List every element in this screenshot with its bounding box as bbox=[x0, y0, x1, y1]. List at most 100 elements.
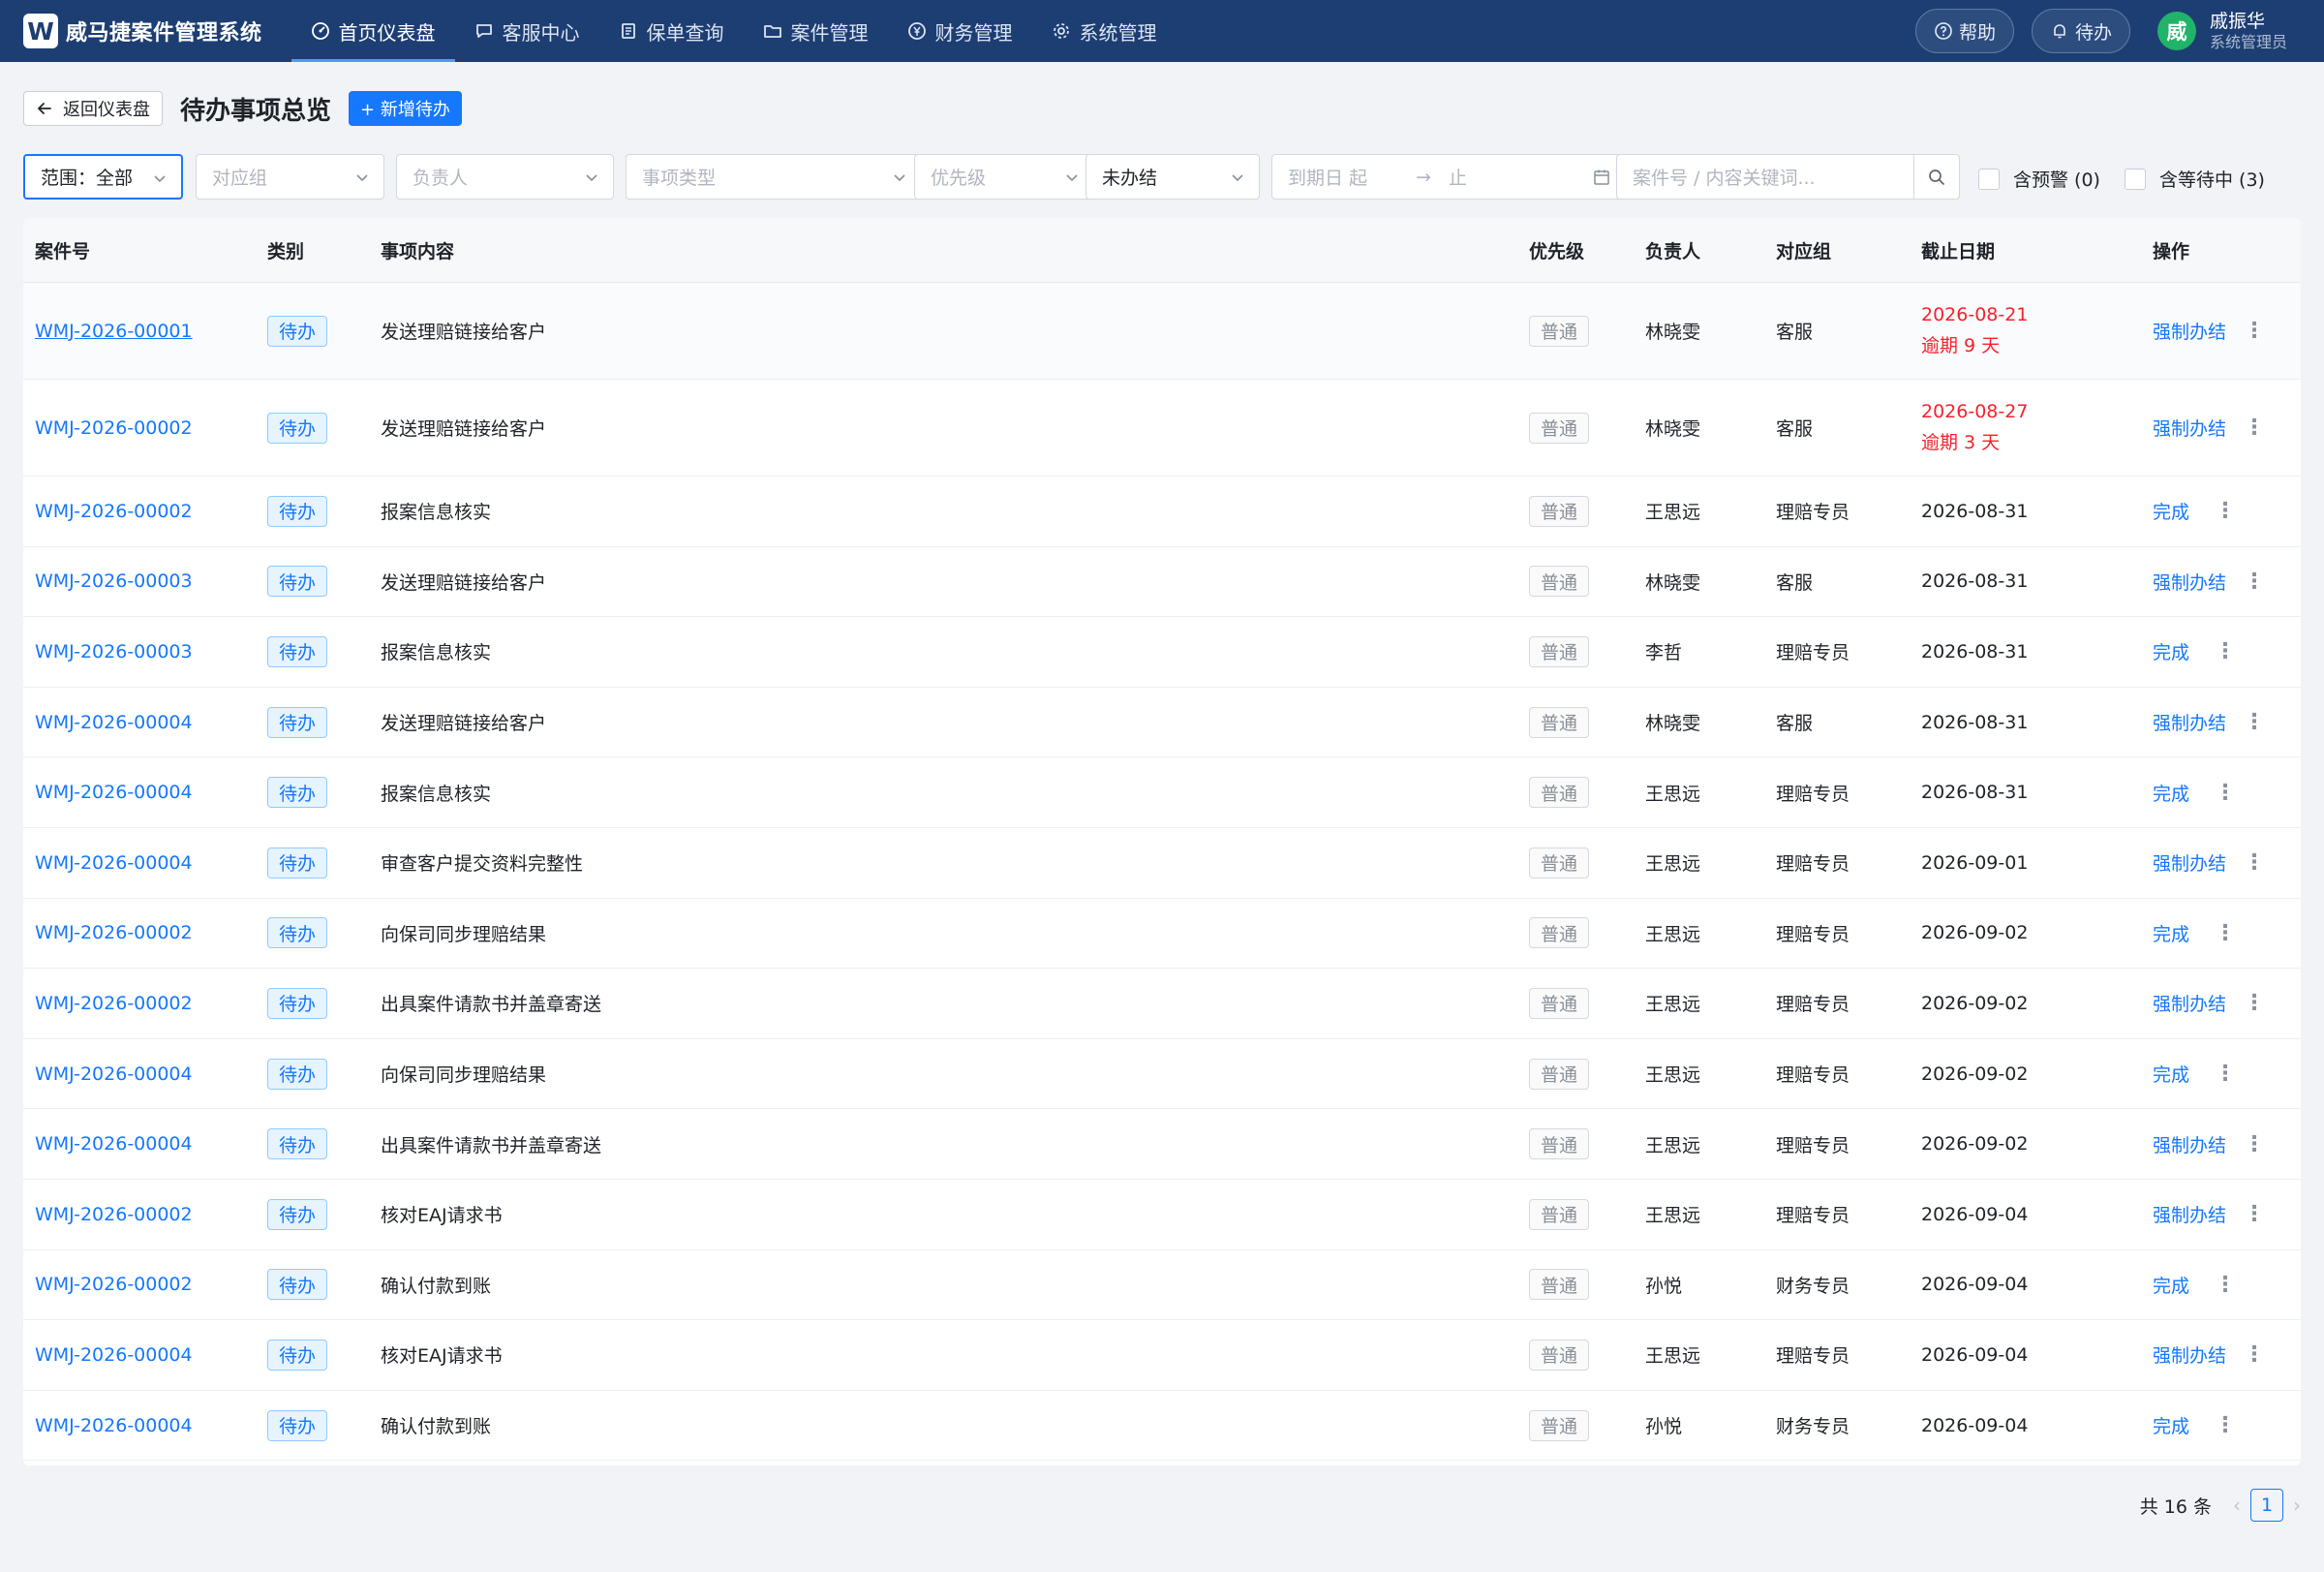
pagination: 共 16 条 ‹ 1 › bbox=[2140, 1489, 2301, 1522]
force-close-button[interactable]: 强制办结 bbox=[2153, 1341, 2226, 1368]
more-options-icon[interactable]: ⋮ bbox=[2244, 1132, 2265, 1156]
next-page-button[interactable]: › bbox=[2293, 1494, 2301, 1517]
case-number-link[interactable]: WMJ-2026-00004 bbox=[35, 1063, 193, 1085]
table-row: WMJ-2026-00002 待办 出具案件请款书并盖章寄送 普通 王思远 理赔专员 202… bbox=[23, 969, 2301, 1039]
more-options-icon[interactable]: ⋮ bbox=[2215, 781, 2236, 805]
force-close-button[interactable]: 强制办结 bbox=[2153, 569, 2226, 595]
group-name-cell: 理赔专员 bbox=[1776, 617, 1850, 687]
chevron-down-icon bbox=[154, 175, 166, 183]
complete-button[interactable]: 完成 bbox=[2153, 1061, 2189, 1087]
more-options-icon[interactable]: ⋮ bbox=[2244, 416, 2265, 440]
more-options-icon[interactable]: ⋮ bbox=[2215, 1413, 2236, 1437]
force-close-button[interactable]: 强制办结 bbox=[2153, 318, 2226, 344]
priority-badge-cell: 普通 bbox=[1529, 969, 1590, 1038]
more-options-icon[interactable]: ⋮ bbox=[2215, 639, 2236, 663]
more-options-icon[interactable]: ⋮ bbox=[2244, 570, 2265, 594]
force-close-button[interactable]: 强制办结 bbox=[2153, 415, 2226, 441]
help-button[interactable]: 帮助 bbox=[1914, 9, 2014, 53]
deadline-date: 2026-09-02 bbox=[1921, 922, 2029, 944]
case-number-link[interactable]: WMJ-2026-00002 bbox=[35, 922, 193, 943]
add-todo-button[interactable]: + 新增待办 bbox=[349, 91, 462, 126]
assignee-name: 李哲 bbox=[1645, 642, 1683, 664]
more-options-icon[interactable]: ⋮ bbox=[2244, 1202, 2265, 1226]
case-number-link[interactable]: WMJ-2026-00002 bbox=[35, 501, 193, 522]
nav-case-management[interactable]: 案件管理 bbox=[744, 0, 888, 62]
case-number-link[interactable]: WMJ-2026-00002 bbox=[35, 993, 193, 1014]
action-cell: 强制办结 ⋮ bbox=[2153, 283, 2265, 379]
status-select[interactable]: 未办结 bbox=[1086, 154, 1260, 200]
force-close-button[interactable]: 强制办结 bbox=[2153, 990, 2226, 1016]
more-options-icon[interactable]: ⋮ bbox=[2244, 710, 2265, 734]
table-header: 案件号 类别 事项内容 优先级 负责人 对应组 截止日期 操作 bbox=[23, 218, 2301, 283]
priority-badge: 普通 bbox=[1529, 1198, 1590, 1230]
group-name-cell: 理赔专员 bbox=[1776, 1320, 1850, 1390]
priority-badge-cell: 普通 bbox=[1529, 617, 1590, 687]
more-options-icon[interactable]: ⋮ bbox=[2244, 850, 2265, 875]
prev-page-button[interactable]: ‹ bbox=[2233, 1494, 2241, 1517]
priority-select[interactable]: 优先级 bbox=[914, 154, 1094, 200]
more-options-icon[interactable]: ⋮ bbox=[2244, 991, 2265, 1015]
scope-select[interactable]: 范围：全部 bbox=[23, 154, 183, 200]
page-number-current[interactable]: 1 bbox=[2250, 1489, 2283, 1522]
case-number-link[interactable]: WMJ-2026-00002 bbox=[35, 1204, 193, 1225]
group-select[interactable]: 对应组 bbox=[196, 154, 384, 200]
todo-content-cell: 报案信息核实 bbox=[381, 617, 491, 687]
case-number-link[interactable]: WMJ-2026-00001 bbox=[35, 321, 193, 342]
more-options-icon[interactable]: ⋮ bbox=[2215, 1062, 2236, 1086]
case-number-link[interactable]: WMJ-2026-00002 bbox=[35, 1274, 193, 1295]
force-close-button[interactable]: 强制办结 bbox=[2153, 1131, 2226, 1157]
case-number-link[interactable]: WMJ-2026-00004 bbox=[35, 1344, 193, 1366]
case-number-link[interactable]: WMJ-2026-00004 bbox=[35, 1415, 193, 1436]
force-close-button[interactable]: 强制办结 bbox=[2153, 709, 2226, 735]
case-number-link[interactable]: WMJ-2026-00004 bbox=[35, 782, 193, 803]
include-warning-checkbox[interactable]: 含预警 (0) bbox=[1978, 166, 2100, 192]
nav-customer-service[interactable]: 客服中心 bbox=[455, 0, 599, 62]
search-button[interactable] bbox=[1913, 154, 1960, 200]
more-options-icon[interactable]: ⋮ bbox=[2215, 499, 2236, 523]
assignee-name: 王思远 bbox=[1645, 783, 1701, 805]
case-number-link[interactable]: WMJ-2026-00004 bbox=[35, 852, 193, 874]
case-number-link[interactable]: WMJ-2026-00004 bbox=[35, 1133, 193, 1155]
complete-button[interactable]: 完成 bbox=[2153, 498, 2189, 524]
more-options-icon[interactable]: ⋮ bbox=[2215, 921, 2236, 945]
back-to-dashboard-button[interactable]: 返回仪表盘 bbox=[23, 91, 163, 126]
deadline-date: 2026-08-31 bbox=[1921, 782, 2029, 804]
more-options-icon[interactable]: ⋮ bbox=[2244, 1342, 2265, 1367]
case-number-link[interactable]: WMJ-2026-00003 bbox=[35, 570, 193, 592]
search-input[interactable]: 案件号 / 内容关键词... bbox=[1616, 154, 1960, 200]
complete-button[interactable]: 完成 bbox=[2153, 780, 2189, 806]
action-cell: 强制办结 ⋮ bbox=[2153, 547, 2265, 617]
assignee-select[interactable]: 负责人 bbox=[396, 154, 614, 200]
priority-placeholder: 优先级 bbox=[931, 168, 987, 189]
more-options-icon[interactable]: ⋮ bbox=[2215, 1273, 2236, 1297]
include-waiting-checkbox[interactable]: 含等待中 (3) bbox=[2125, 166, 2265, 192]
date-range-picker[interactable]: 到期日 起 → 止 bbox=[1271, 154, 1625, 200]
category-badge: 待办 bbox=[267, 315, 328, 347]
user-info[interactable]: 戚振华 系统管理员 bbox=[2210, 11, 2287, 51]
nav-policy-query[interactable]: 保单查询 bbox=[599, 0, 744, 62]
brand[interactable]: W 威马捷案件管理系统 bbox=[23, 14, 262, 48]
nav-finance[interactable]: 财务管理 bbox=[888, 0, 1032, 62]
force-close-button[interactable]: 强制办结 bbox=[2153, 849, 2226, 876]
waiting-checkbox-box[interactable] bbox=[2125, 168, 2146, 190]
complete-button[interactable]: 完成 bbox=[2153, 920, 2189, 946]
complete-button[interactable]: 完成 bbox=[2153, 1412, 2189, 1438]
complete-button[interactable]: 完成 bbox=[2153, 638, 2189, 664]
force-close-button[interactable]: 强制办结 bbox=[2153, 1201, 2226, 1227]
nav-system[interactable]: 系统管理 bbox=[1032, 0, 1177, 62]
warning-checkbox-box[interactable] bbox=[1978, 168, 2000, 190]
avatar[interactable]: 威 bbox=[2156, 12, 2196, 50]
category-badge-cell: 待办 bbox=[267, 547, 328, 617]
case-number-link[interactable]: WMJ-2026-00003 bbox=[35, 641, 193, 663]
nav-dashboard[interactable]: 首页仪表盘 bbox=[290, 0, 455, 62]
todo-content-cell: 向保司同步理赔结果 bbox=[381, 1039, 546, 1109]
case-number-link[interactable]: WMJ-2026-00004 bbox=[35, 712, 193, 733]
more-options-icon[interactable]: ⋮ bbox=[2244, 319, 2265, 343]
complete-button[interactable]: 完成 bbox=[2153, 1272, 2189, 1298]
todo-button[interactable]: 待办 bbox=[2031, 9, 2130, 53]
type-select[interactable]: 事项类型 bbox=[626, 154, 922, 200]
table-row: WMJ-2026-00002 待办 报案信息核实 普通 王思远 理赔专员 2026-08-3… bbox=[23, 477, 2301, 547]
group-name: 客服 bbox=[1776, 713, 1814, 735]
case-number-link[interactable]: WMJ-2026-00002 bbox=[35, 417, 193, 439]
action-cell: 完成 ⋮ bbox=[2153, 477, 2236, 546]
